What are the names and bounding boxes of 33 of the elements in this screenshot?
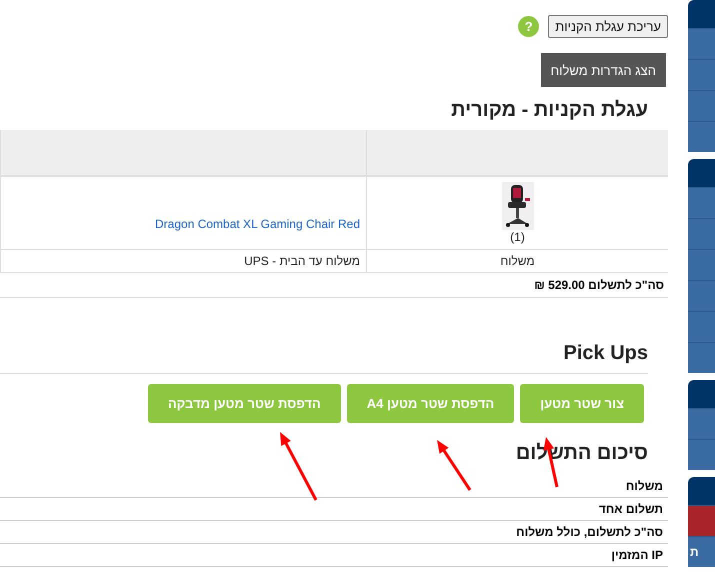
sidebar-header xyxy=(688,477,715,505)
sidebar-item[interactable] xyxy=(688,121,715,152)
edit-cart-button[interactable]: עריכת עגלת הקניות xyxy=(548,15,668,38)
sidebar-item[interactable] xyxy=(688,408,715,439)
summary-row: משלוח xyxy=(0,475,668,498)
cart-title: עגלת הקניות - מקורית xyxy=(450,99,648,122)
sidebar-item[interactable] xyxy=(688,311,715,342)
sidebar-item[interactable] xyxy=(688,28,715,59)
product-link[interactable]: Dragon Combat XL Gaming Chair Red xyxy=(155,217,360,231)
section-title: Pick Ups xyxy=(562,342,648,365)
sidebar-item[interactable] xyxy=(688,342,715,373)
sidebar-item[interactable] xyxy=(688,187,715,218)
quantity-label: (1) xyxy=(510,230,525,244)
sidebar-header xyxy=(688,0,715,28)
sidebar-item[interactable] xyxy=(688,439,715,470)
sidebar-header xyxy=(688,159,715,187)
sidebar-item[interactable] xyxy=(688,505,715,536)
sidebar-item[interactable] xyxy=(688,59,715,90)
summary-row: סה"כ לתשלום, כולל משלוח xyxy=(0,521,668,544)
pointer-arrow xyxy=(280,432,318,501)
sidebar-item[interactable] xyxy=(688,249,715,280)
sidebar-header xyxy=(688,380,715,408)
summary-row: IP המזמין xyxy=(0,544,668,567)
shipping-settings-button[interactable]: הצג הגדרות משלוח xyxy=(540,53,666,87)
pointer-arrow xyxy=(437,440,472,491)
table-cell: משלוח xyxy=(500,254,535,268)
sidebar-item[interactable] xyxy=(688,280,715,311)
sidebar-item[interactable]: ת xyxy=(688,536,715,567)
sidebar-item[interactable] xyxy=(688,90,715,121)
table-cell: משלוח עד הבית - UPS xyxy=(244,254,360,268)
sidebar-item[interactable] xyxy=(688,218,715,249)
summary-row: תשלום אחד xyxy=(0,498,668,521)
total-text: סה"כ לתשלום 529.00 ₪ xyxy=(533,277,665,294)
